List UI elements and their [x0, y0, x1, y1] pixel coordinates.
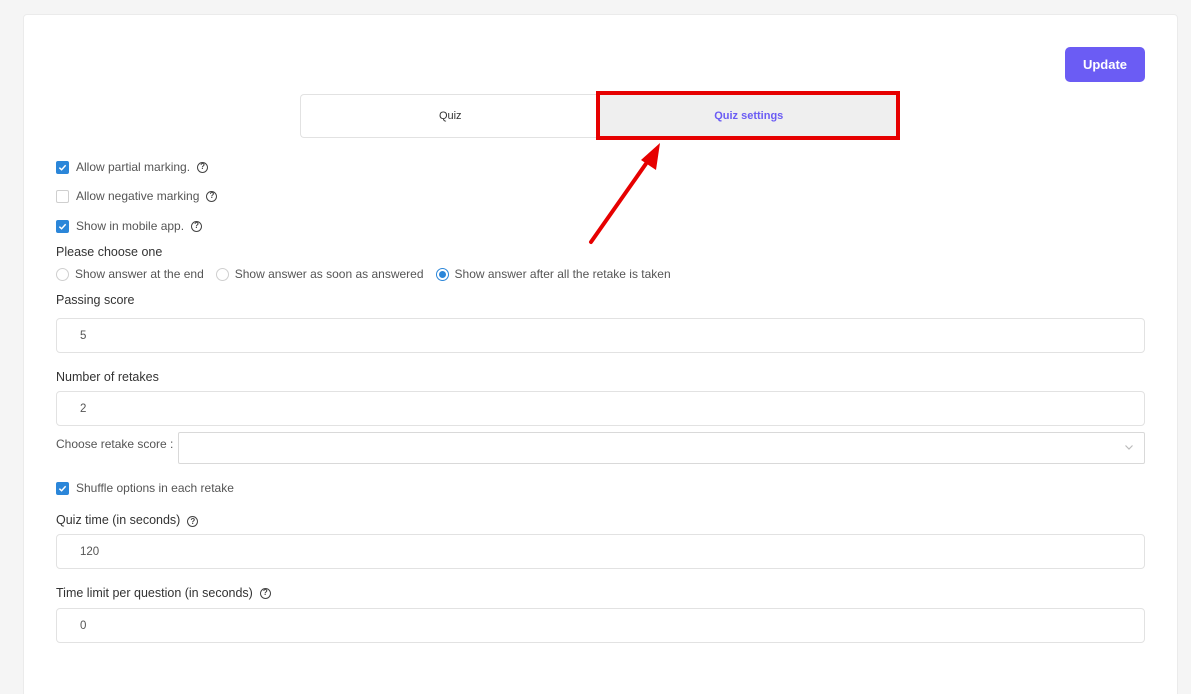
- retakes-label: Number of retakes: [56, 370, 159, 384]
- radio-button[interactable]: [435, 267, 449, 281]
- retakes-input[interactable]: [56, 391, 1145, 426]
- shuffle-label: Shuffle options in each retake: [76, 481, 234, 495]
- radio-label: Show answer after all the retake is take…: [454, 267, 671, 281]
- passing-score-input[interactable]: [56, 318, 1145, 353]
- partial-marking-checkbox[interactable]: [56, 160, 69, 174]
- negative-marking-option: Allow negative marking ?: [56, 188, 218, 204]
- time-limit-label: Time limit per question (in seconds): [56, 586, 253, 600]
- passing-score-label: Passing score: [56, 293, 135, 307]
- radio-show-answer-after-retakes[interactable]: Show answer after all the retake is take…: [435, 267, 671, 281]
- update-button[interactable]: Update: [1065, 47, 1145, 82]
- time-limit-label-row: Time limit per question (in seconds) ?: [56, 586, 271, 600]
- check-icon: [58, 223, 67, 230]
- radio-show-answer-end[interactable]: Show answer at the end: [56, 267, 204, 281]
- partial-marking-option: Allow partial marking. ?: [56, 159, 209, 175]
- negative-marking-label: Allow negative marking: [76, 189, 200, 203]
- check-icon: [58, 164, 67, 171]
- quiz-time-input[interactable]: [56, 534, 1145, 569]
- retake-score-label: Choose retake score :: [56, 437, 174, 451]
- shuffle-option: Shuffle options in each retake: [56, 480, 234, 496]
- shuffle-checkbox[interactable]: [56, 481, 69, 495]
- time-limit-input[interactable]: [56, 608, 1145, 643]
- quiz-time-label: Quiz time (in seconds): [56, 512, 181, 527]
- tab-quiz-settings[interactable]: Quiz settings: [599, 94, 898, 138]
- mobile-app-label: Show in mobile app.: [76, 219, 185, 233]
- radio-label: Show answer at the end: [75, 267, 204, 281]
- tab-quiz[interactable]: Quiz: [300, 94, 600, 138]
- help-icon[interactable]: ?: [197, 161, 209, 173]
- radio-button[interactable]: [215, 267, 229, 281]
- partial-marking-label: Allow partial marking.: [76, 160, 191, 174]
- help-icon[interactable]: ?: [191, 220, 203, 232]
- retake-score-select[interactable]: [178, 432, 1145, 464]
- radio-show-answer-immediately[interactable]: Show answer as soon as answered: [215, 267, 424, 281]
- radio-button[interactable]: [56, 267, 69, 281]
- help-icon[interactable]: ?: [187, 516, 199, 527]
- help-icon[interactable]: ?: [259, 587, 271, 599]
- check-icon: [58, 485, 67, 492]
- quiz-time-label-row: Quiz time (in seconds) ?: [56, 512, 199, 527]
- mobile-app-option: Show in mobile app. ?: [56, 218, 203, 234]
- negative-marking-checkbox[interactable]: [56, 189, 69, 203]
- chevron-down-icon: [1125, 445, 1133, 450]
- answer-choice-radio-group: Show answer at the end Show answer as so…: [56, 266, 683, 282]
- help-icon[interactable]: ?: [206, 190, 218, 202]
- mobile-app-checkbox[interactable]: [56, 219, 69, 233]
- radio-label: Show answer as soon as answered: [234, 267, 424, 281]
- tab-bar: Quiz Quiz settings: [300, 94, 898, 138]
- answer-choice-label: Please choose one: [56, 245, 163, 259]
